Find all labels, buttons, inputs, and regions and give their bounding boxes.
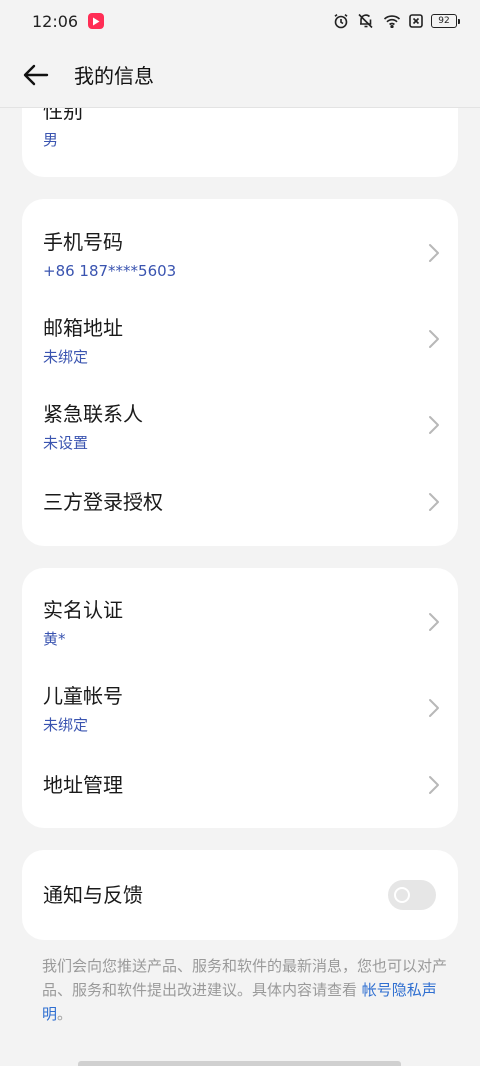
phone-number-value: +86 187****5603 [43, 262, 177, 280]
emergency-contact-label: 紧急联系人 [43, 402, 143, 426]
third-party-login-label: 三方登录授权 [43, 490, 163, 514]
third-party-login-item[interactable]: 三方登录授权 [22, 489, 458, 519]
status-bar: 12:06 92 [0, 0, 480, 42]
app-header: 我的信息 [0, 42, 480, 108]
notify-card: 通知与反馈 [22, 850, 458, 940]
address-management-item[interactable]: 地址管理 [22, 772, 458, 802]
chevron-right-icon [429, 699, 439, 717]
real-name-label: 实名认证 [43, 598, 123, 622]
emergency-contact-value: 未设置 [43, 434, 89, 452]
chevron-right-icon [429, 613, 439, 631]
chevron-right-icon [429, 416, 439, 434]
chevron-right-icon [429, 330, 439, 348]
privacy-footnote: 我们会向您推送产品、服务和软件的最新消息，您也可以对产品、服务和软件提出改进建议… [42, 954, 452, 1026]
status-time: 12:06 [32, 11, 79, 31]
back-arrow-icon [23, 64, 49, 85]
navigation-gesture-bar[interactable] [78, 1061, 401, 1066]
page-title: 我的信息 [74, 64, 154, 88]
back-button[interactable] [16, 55, 56, 95]
phone-number-label: 手机号码 [43, 230, 123, 254]
footnote-end: 。 [57, 1005, 73, 1023]
sim-blocked-icon [409, 14, 423, 28]
child-account-value: 未绑定 [43, 716, 89, 734]
chevron-right-icon [429, 244, 439, 262]
battery-icon: 92 [431, 14, 460, 28]
silent-icon [357, 13, 375, 29]
email-value: 未绑定 [43, 348, 89, 366]
email-item[interactable]: 邮箱地址 未绑定 [22, 315, 458, 375]
alarm-icon [333, 13, 349, 29]
address-management-label: 地址管理 [43, 773, 123, 797]
battery-level: 92 [431, 14, 457, 28]
video-app-icon [88, 13, 105, 29]
child-account-item[interactable]: 儿童帐号 未绑定 [22, 683, 458, 743]
phone-number-item[interactable]: 手机号码 +86 187****5603 [22, 229, 458, 289]
email-label: 邮箱地址 [43, 316, 123, 340]
chevron-right-icon [429, 493, 439, 511]
identity-card: 实名认证 黄* 儿童帐号 未绑定 地址管理 [22, 568, 458, 828]
gender-value: 男 [43, 131, 59, 149]
real-name-item[interactable]: 实名认证 黄* [22, 597, 458, 657]
notify-feedback-toggle[interactable] [388, 880, 436, 910]
real-name-value: 黄* [43, 630, 66, 648]
contact-card: 手机号码 +86 187****5603 邮箱地址 未绑定 紧急联系人 未设置 … [22, 199, 458, 546]
chevron-right-icon [429, 776, 439, 794]
child-account-label: 儿童帐号 [43, 684, 123, 708]
toggle-knob [394, 887, 410, 903]
emergency-contact-item[interactable]: 紧急联系人 未设置 [22, 401, 458, 461]
wifi-icon [383, 14, 401, 28]
